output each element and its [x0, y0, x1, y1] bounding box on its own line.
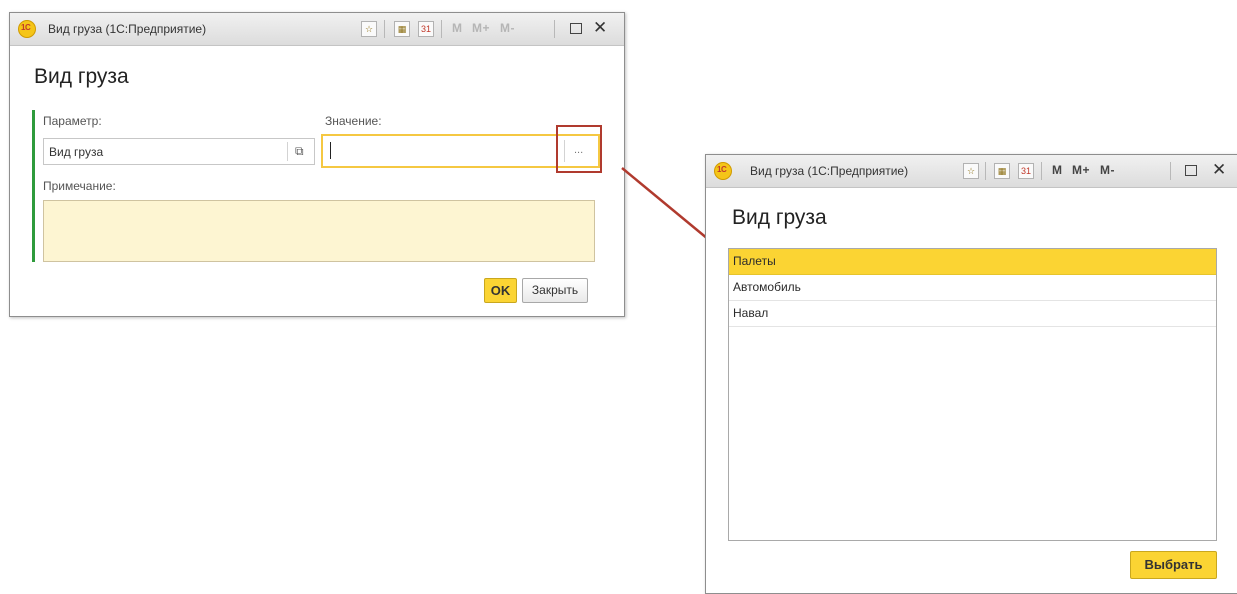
- param-field: Вид груза ⧉: [43, 138, 315, 165]
- choice-dialog: 1C Вид груза (1С:Предприятие) ☆ ▦ 31 M M…: [705, 154, 1237, 594]
- title-bar: 1C Вид груза (1С:Предприятие) ☆ ▦ 31 M M…: [706, 155, 1237, 188]
- list-item[interactable]: Автомобиль: [729, 275, 1216, 301]
- memory-plus-button[interactable]: M+: [1072, 163, 1090, 177]
- calendar-icon[interactable]: 31: [1018, 163, 1034, 179]
- app-logo-icon: 1C: [714, 162, 732, 180]
- close-icon[interactable]: ✕: [593, 18, 607, 38]
- app-logo-icon: 1C: [18, 20, 36, 38]
- window-title: Вид груза (1С:Предприятие): [750, 164, 909, 178]
- list-item-label: Навал: [733, 306, 769, 320]
- maximize-icon[interactable]: [570, 23, 582, 34]
- toolbar-separator: [384, 20, 385, 38]
- page-title: Вид груза: [34, 65, 129, 88]
- choice-list[interactable]: Палеты Автомобиль Навал: [728, 248, 1217, 541]
- favorites-star-icon[interactable]: ☆: [361, 21, 377, 37]
- arrow-line: [621, 167, 715, 245]
- memory-plus-button[interactable]: M+: [472, 21, 490, 35]
- close-button[interactable]: Закрыть: [522, 278, 588, 303]
- memory-m-button[interactable]: M: [452, 21, 463, 35]
- toolbar-separator: [985, 162, 986, 180]
- memory-m-button[interactable]: M: [1052, 163, 1063, 177]
- memory-minus-button[interactable]: M-: [1100, 163, 1115, 177]
- calculator-icon[interactable]: ▦: [394, 21, 410, 37]
- calculator-icon[interactable]: ▦: [994, 163, 1010, 179]
- text-cursor: [330, 142, 331, 159]
- group-indicator-bar: [32, 110, 35, 262]
- value-label: Значение:: [325, 114, 382, 128]
- select-button[interactable]: Выбрать: [1130, 551, 1217, 579]
- page-title: Вид груза: [732, 206, 827, 229]
- list-item-label: Автомобиль: [733, 280, 801, 294]
- memory-minus-button[interactable]: M-: [500, 21, 515, 35]
- list-item[interactable]: Палеты: [729, 249, 1216, 275]
- open-icon[interactable]: ⧉: [295, 144, 304, 159]
- note-label: Примечание:: [43, 179, 116, 193]
- choose-button-highlight: [556, 125, 602, 173]
- list-item[interactable]: Навал: [729, 301, 1216, 327]
- title-bar: 1C Вид груза (1С:Предприятие) ☆ ▦ 31 M M…: [10, 13, 624, 46]
- param-value: Вид груза: [49, 145, 104, 159]
- param-label: Параметр:: [43, 114, 102, 128]
- window-title: Вид груза (1С:Предприятие): [48, 22, 207, 36]
- maximize-icon[interactable]: [1185, 165, 1197, 176]
- toolbar-separator: [441, 20, 442, 38]
- favorites-star-icon[interactable]: ☆: [963, 163, 979, 179]
- toolbar-separator: [1041, 162, 1042, 180]
- ok-button[interactable]: OK: [484, 278, 517, 303]
- close-icon[interactable]: ✕: [1212, 160, 1226, 180]
- toolbar-separator: [1170, 162, 1171, 180]
- note-textarea[interactable]: [43, 200, 595, 262]
- calendar-icon[interactable]: 31: [418, 21, 434, 37]
- list-item-label: Палеты: [733, 254, 776, 268]
- field-separator: [287, 142, 288, 161]
- toolbar-separator: [554, 20, 555, 38]
- parameter-dialog: 1C Вид груза (1С:Предприятие) ☆ ▦ 31 M M…: [9, 12, 625, 317]
